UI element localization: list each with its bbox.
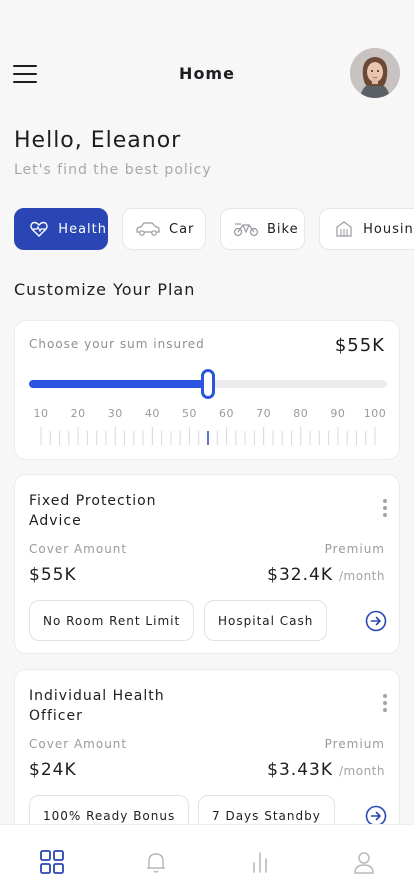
plan-card[interactable]: Fixed Protection Advice Cover Amount Pre…: [14, 474, 400, 654]
category-tabs: Health Car Bike Housing: [14, 208, 414, 250]
category-label: Health: [58, 221, 107, 237]
category-label: Car: [169, 221, 195, 237]
greeting-title: Hello, Eleanor: [14, 128, 182, 153]
category-housing[interactable]: Housing: [319, 208, 414, 250]
slider-scale-label: 30: [107, 407, 123, 420]
more-options-icon[interactable]: [381, 499, 389, 519]
premium-amount: $3.43K: [267, 760, 333, 780]
heart-pulse-icon: [27, 220, 50, 238]
slider-scale-label: 50: [181, 407, 197, 420]
sum-insured-card: Choose your sum insured $55K 10 20 30 40 50 6…: [14, 320, 400, 460]
plan-feature-tag[interactable]: Hospital Cash: [204, 600, 328, 641]
chart-icon[interactable]: [247, 849, 273, 875]
premium-label: Premium: [324, 542, 385, 556]
sum-insured-slider[interactable]: [29, 369, 387, 399]
slider-thumb[interactable]: [201, 369, 215, 399]
building-icon: [332, 220, 355, 238]
cover-amount-value: $55K: [29, 565, 77, 585]
slider-scale-label: 40: [144, 407, 160, 420]
category-label: Housing: [363, 221, 414, 237]
sum-insured-value: $55K: [334, 335, 385, 356]
slider-scale-label: 80: [293, 407, 309, 420]
premium-amount: $32.4K: [267, 565, 333, 585]
cover-amount-value: $24K: [29, 760, 77, 780]
premium-period: /month: [339, 569, 385, 583]
avatar[interactable]: [350, 48, 400, 98]
slider-scale-label: 90: [330, 407, 346, 420]
bottom-tab-bar: [0, 824, 414, 896]
more-options-icon[interactable]: [381, 694, 389, 714]
slider-scale-label: 100: [363, 407, 387, 420]
grid-icon[interactable]: [39, 849, 65, 875]
greeting-subtitle: Let's find the best policy: [14, 162, 212, 178]
car-icon: [135, 220, 161, 238]
plan-card[interactable]: Individual Health Officer Cover Amount P…: [14, 669, 400, 836]
user-icon[interactable]: [351, 849, 377, 875]
arrow-right-circle-icon[interactable]: [365, 610, 387, 632]
premium-value: $3.43K/month: [267, 760, 385, 780]
bell-icon[interactable]: [143, 849, 169, 875]
category-health[interactable]: Health: [14, 208, 108, 250]
cover-amount-label: Cover Amount: [29, 542, 128, 556]
slider-scale: 10 20 30 40 50 60 70 80 90 100: [29, 407, 387, 421]
cover-amount-label: Cover Amount: [29, 737, 128, 751]
category-car[interactable]: Car: [122, 208, 206, 250]
plan-name: Individual Health Officer: [29, 688, 165, 724]
plan-feature-tag[interactable]: No Room Rent Limit: [29, 600, 195, 641]
premium-period: /month: [339, 764, 385, 778]
bike-icon: [233, 220, 259, 238]
slider-fill: [29, 380, 208, 388]
category-label: Bike: [267, 221, 299, 237]
slider-scale-label: 60: [219, 407, 235, 420]
slider-scale-label: 10: [33, 407, 49, 420]
slider-scale-label: 70: [256, 407, 272, 420]
category-bike[interactable]: Bike: [220, 208, 305, 250]
slider-ruler: [40, 427, 376, 445]
slider-scale-label: 20: [70, 407, 86, 420]
section-title: Customize Your Plan: [14, 280, 196, 299]
app-header: Home: [0, 44, 414, 104]
premium-value: $32.4K/month: [267, 565, 385, 585]
premium-label: Premium: [324, 737, 385, 751]
plan-name: Fixed Protection Advice: [29, 493, 157, 529]
sum-insured-label: Choose your sum insured: [29, 337, 205, 351]
